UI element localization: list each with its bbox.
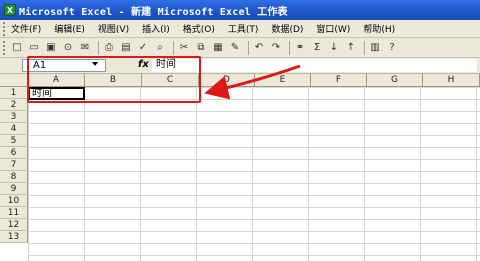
spelling-icon[interactable]: ✓: [136, 41, 150, 55]
cell-area[interactable]: [28, 87, 480, 261]
column-header-f[interactable]: F: [311, 74, 367, 87]
row-header-10[interactable]: 10: [0, 195, 28, 207]
row-header-4[interactable]: 4: [0, 123, 28, 135]
row-header-11[interactable]: 11: [0, 207, 28, 219]
sort-ascending-icon[interactable]: ↓: [327, 41, 341, 55]
toolbar-separator: [289, 40, 290, 55]
annotation-highlight-box: [27, 56, 201, 103]
redo-icon[interactable]: ↷: [269, 41, 283, 55]
row-header-9[interactable]: 9: [0, 183, 28, 195]
sort-descending-icon[interactable]: ↑: [344, 41, 358, 55]
open-icon[interactable]: ▭: [27, 41, 41, 55]
standard-toolbar: □ ▭ ▣ ⊙ ✉ ⎙ ▤ ✓ ⌕ ✂ ⧉ ▦ ✎ ↶ ↷ ⚭ Σ ↓ ↑ ▥ …: [0, 38, 480, 58]
email-icon[interactable]: ✉: [78, 41, 92, 55]
format-painter-icon[interactable]: ✎: [228, 41, 242, 55]
row-header-8[interactable]: 8: [0, 171, 28, 183]
menu-view[interactable]: 视图(V): [98, 22, 129, 35]
save-icon[interactable]: ▣: [44, 41, 58, 55]
print-icon[interactable]: ⎙: [102, 41, 116, 55]
row-header-13[interactable]: 13: [0, 231, 28, 243]
excel-icon[interactable]: X: [4, 4, 16, 16]
menu-window[interactable]: 窗口(W): [316, 22, 350, 35]
menu-data[interactable]: 数据(D): [271, 22, 303, 35]
row-header-12[interactable]: 12: [0, 219, 28, 231]
cut-icon[interactable]: ✂: [177, 41, 191, 55]
menu-insert[interactable]: 插入(I): [142, 22, 170, 35]
menu-tools[interactable]: 工具(T): [228, 22, 259, 35]
undo-icon[interactable]: ↶: [252, 41, 266, 55]
menu-help[interactable]: 帮助(H): [363, 22, 395, 35]
row-header-5[interactable]: 5: [0, 135, 28, 147]
copy-icon[interactable]: ⧉: [194, 41, 208, 55]
new-icon[interactable]: □: [10, 41, 24, 55]
research-icon[interactable]: ⌕: [153, 41, 167, 55]
menu-file[interactable]: 文件(F): [11, 22, 41, 35]
print-preview-icon[interactable]: ▤: [119, 41, 133, 55]
menubar-grip[interactable]: [3, 21, 7, 36]
menu-bar: 文件(F) 编辑(E) 视图(V) 插入(I) 格式(O) 工具(T) 数据(D…: [0, 20, 480, 38]
column-header-e[interactable]: E: [255, 74, 311, 87]
select-all-corner[interactable]: [0, 74, 28, 87]
window-title: Microsoft Excel - 新建 Microsoft Excel 工作表: [19, 6, 288, 18]
row-header-6[interactable]: 6: [0, 147, 28, 159]
column-header-d[interactable]: D: [199, 74, 255, 87]
chart-wizard-icon[interactable]: ▥: [368, 41, 382, 55]
menu-edit[interactable]: 编辑(E): [54, 22, 85, 35]
autosum-icon[interactable]: Σ: [310, 41, 324, 55]
menu-format[interactable]: 格式(O): [183, 22, 215, 35]
help-icon[interactable]: ?: [385, 41, 399, 55]
paste-icon[interactable]: ▦: [211, 41, 225, 55]
title-bar: X Microsoft Excel - 新建 Microsoft Excel 工…: [0, 0, 480, 20]
permission-icon[interactable]: ⊙: [61, 41, 75, 55]
row-header-3[interactable]: 3: [0, 111, 28, 123]
row-header-2[interactable]: 2: [0, 99, 28, 111]
column-header-g[interactable]: G: [367, 74, 423, 87]
toolbar-grip[interactable]: [3, 40, 7, 55]
column-header-h[interactable]: H: [423, 74, 480, 87]
toolbar-separator: [98, 40, 99, 55]
row-header-7[interactable]: 7: [0, 159, 28, 171]
toolbar-separator: [173, 40, 174, 55]
hyperlink-icon[interactable]: ⚭: [293, 41, 307, 55]
row-header-1[interactable]: 1: [0, 87, 28, 99]
toolbar-separator: [248, 40, 249, 55]
toolbar-separator: [364, 40, 365, 55]
